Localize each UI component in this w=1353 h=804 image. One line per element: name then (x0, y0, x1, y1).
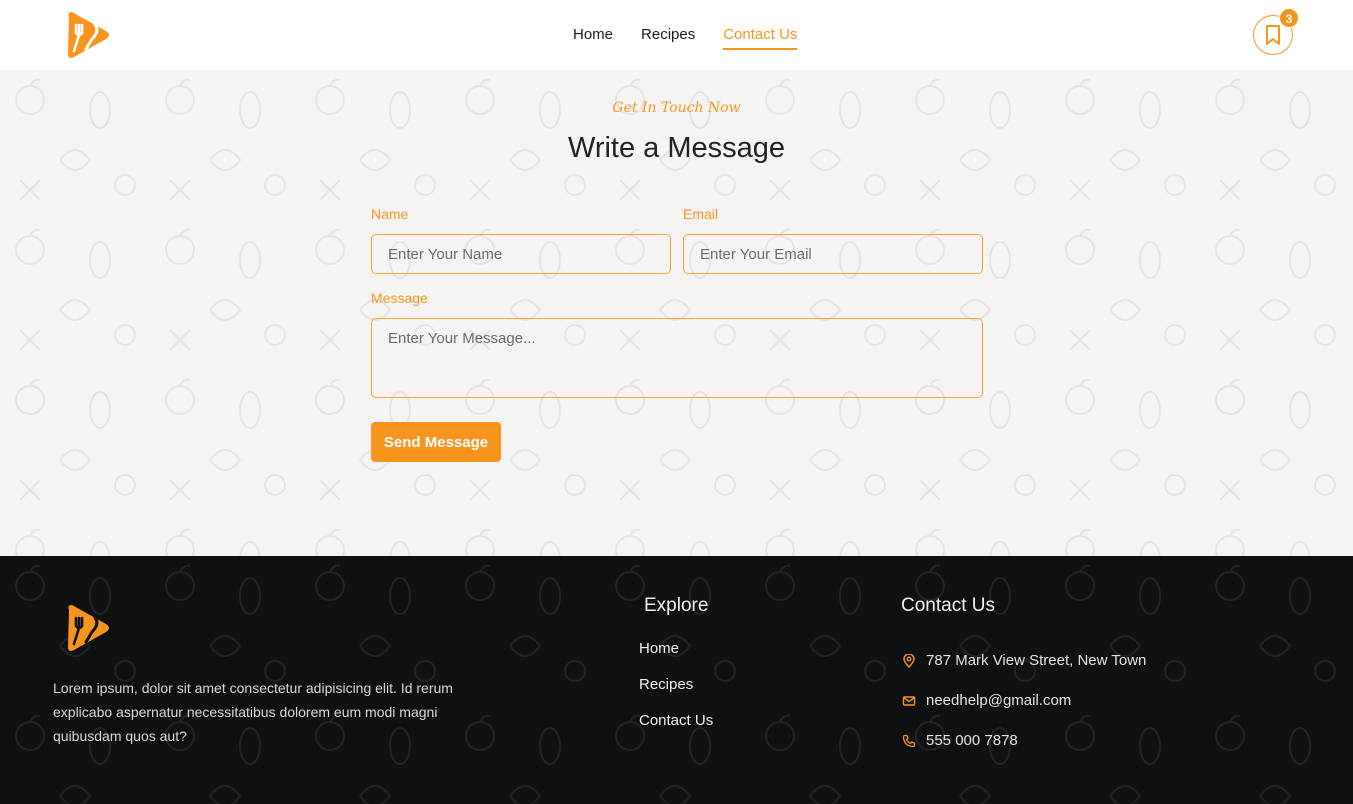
email-label: Email (683, 206, 719, 222)
footer-email[interactable]: needhelp@gmail.com (902, 692, 1071, 709)
footer-about-text: Lorem ipsum, dolor sit amet consectetur … (53, 680, 453, 744)
footer-link-recipes[interactable]: Recipes (639, 676, 693, 693)
site-header: Home Recipes Contact Us 3 (0, 0, 1353, 70)
envelope-icon (902, 695, 916, 706)
footer-phone[interactable]: 555 000 7878 (902, 732, 1018, 749)
section-title: Write a Message (567, 132, 786, 164)
footer-address: 787 Mark View Street, New Town (902, 652, 1146, 669)
send-message-button[interactable]: Send Message (371, 422, 501, 462)
explore-title: Explore (644, 595, 709, 616)
email-field[interactable] (683, 234, 983, 274)
section-eyebrow: Get In Touch Now (612, 100, 741, 116)
nav-recipes[interactable]: Recipes (641, 24, 695, 50)
fork-knife-logo-icon[interactable] (62, 602, 114, 654)
main-nav: Home Recipes Contact Us (573, 24, 798, 50)
bookmark-count-badge: 3 (1279, 8, 1299, 28)
bookmarks-button[interactable]: 3 (1253, 8, 1299, 55)
bookmark-icon (1266, 25, 1280, 45)
phone-icon (902, 734, 916, 747)
address-text: 787 Mark View Street, New Town (926, 652, 1147, 669)
footer-link-home[interactable]: Home (639, 640, 679, 657)
site-footer: Lorem ipsum, dolor sit amet consectetur … (0, 556, 1353, 804)
contact-section: Get In Touch Now Write a Message Name Em… (0, 70, 1353, 556)
message-field[interactable] (371, 318, 983, 398)
fork-knife-logo-icon[interactable] (62, 9, 114, 61)
phone-text[interactable]: 555 000 7878 (926, 732, 1018, 749)
contact-title: Contact Us (901, 595, 995, 616)
message-label: Message (371, 290, 428, 306)
email-text[interactable]: needhelp@gmail.com (926, 692, 1071, 709)
nav-home[interactable]: Home (573, 24, 613, 50)
nav-contact-us[interactable]: Contact Us (723, 24, 798, 50)
name-field[interactable] (371, 234, 671, 274)
footer-link-contact-us[interactable]: Contact Us (639, 712, 713, 729)
name-label: Name (371, 206, 409, 222)
location-pin-icon (903, 653, 915, 668)
